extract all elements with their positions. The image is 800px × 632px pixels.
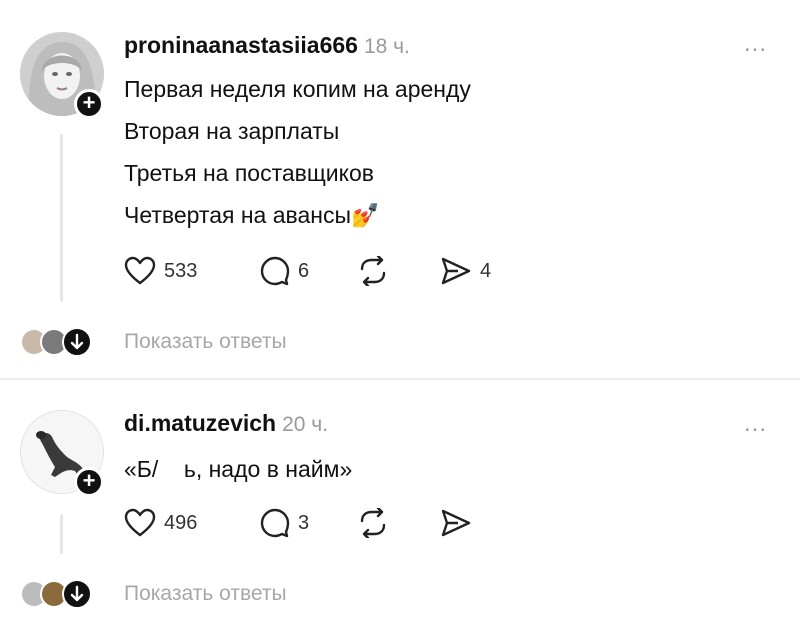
repost-icon xyxy=(360,256,386,286)
repost-button[interactable] xyxy=(356,508,390,538)
heart-icon xyxy=(124,256,156,285)
comment-icon xyxy=(260,508,290,538)
like-button[interactable]: 533 xyxy=(124,256,197,286)
repost-button[interactable] xyxy=(356,256,390,286)
post-text-line: Вторая на зарплаты xyxy=(124,118,340,144)
send-icon xyxy=(441,509,471,537)
heart-icon xyxy=(124,508,156,537)
like-button[interactable]: 496 xyxy=(124,508,197,538)
thread-line xyxy=(60,134,63,302)
comment-count: 6 xyxy=(298,259,310,282)
show-replies-label: Показать ответы xyxy=(124,582,287,605)
repost-icon xyxy=(360,508,386,538)
follow-plus-icon[interactable]: + xyxy=(74,89,104,119)
like-count: 496 xyxy=(164,511,198,534)
show-replies-label: Показать ответы xyxy=(124,330,287,353)
comment-button[interactable]: 3 xyxy=(260,508,309,538)
share-button[interactable]: 4 xyxy=(440,256,491,286)
username[interactable]: di.matuzevich xyxy=(124,410,276,436)
show-replies[interactable]: Показать ответы xyxy=(20,327,420,362)
like-count: 533 xyxy=(164,259,198,282)
timestamp: 20 ч. xyxy=(282,413,329,436)
share-count: 4 xyxy=(480,259,492,282)
share-button[interactable] xyxy=(440,508,472,538)
username-row: di.matuzevich 20 ч. xyxy=(124,410,328,437)
post-1: + proninaanastasiia666 18 ч. ... Первая н… xyxy=(0,0,800,378)
show-replies[interactable]: Показать ответы xyxy=(20,579,420,614)
post-text-line: Первая неделя копим на аренду xyxy=(124,76,471,102)
timestamp: 18 ч. xyxy=(363,35,410,58)
reply-down-icon xyxy=(62,327,92,357)
more-options-icon[interactable]: ... xyxy=(744,30,767,58)
comment-count: 3 xyxy=(298,511,310,534)
post-text-line-last: Четвертая на авансы💅 xyxy=(124,202,380,229)
follow-plus-icon[interactable]: + xyxy=(74,467,104,497)
post-text: Четвертая на авансы xyxy=(124,202,352,228)
post-text-line: «Б/ ь, надо в найм» xyxy=(124,456,353,482)
comment-icon xyxy=(260,256,290,286)
post-2: + di.matuzevich 20 ч. ... «Б/ ь, надо в н… xyxy=(0,380,800,632)
username-row: proninaanastasiia666 18 ч. xyxy=(124,32,410,59)
username[interactable]: proninaanastasiia666 xyxy=(124,32,358,58)
reply-down-icon xyxy=(62,579,92,609)
post-text-line: Третья на поставщиков xyxy=(124,160,374,186)
send-icon xyxy=(441,257,471,285)
more-options-icon[interactable]: ... xyxy=(744,410,767,438)
nail-polish-emoji: 💅 xyxy=(351,202,380,228)
thread-line xyxy=(60,514,63,554)
comment-button[interactable]: 6 xyxy=(260,256,309,286)
